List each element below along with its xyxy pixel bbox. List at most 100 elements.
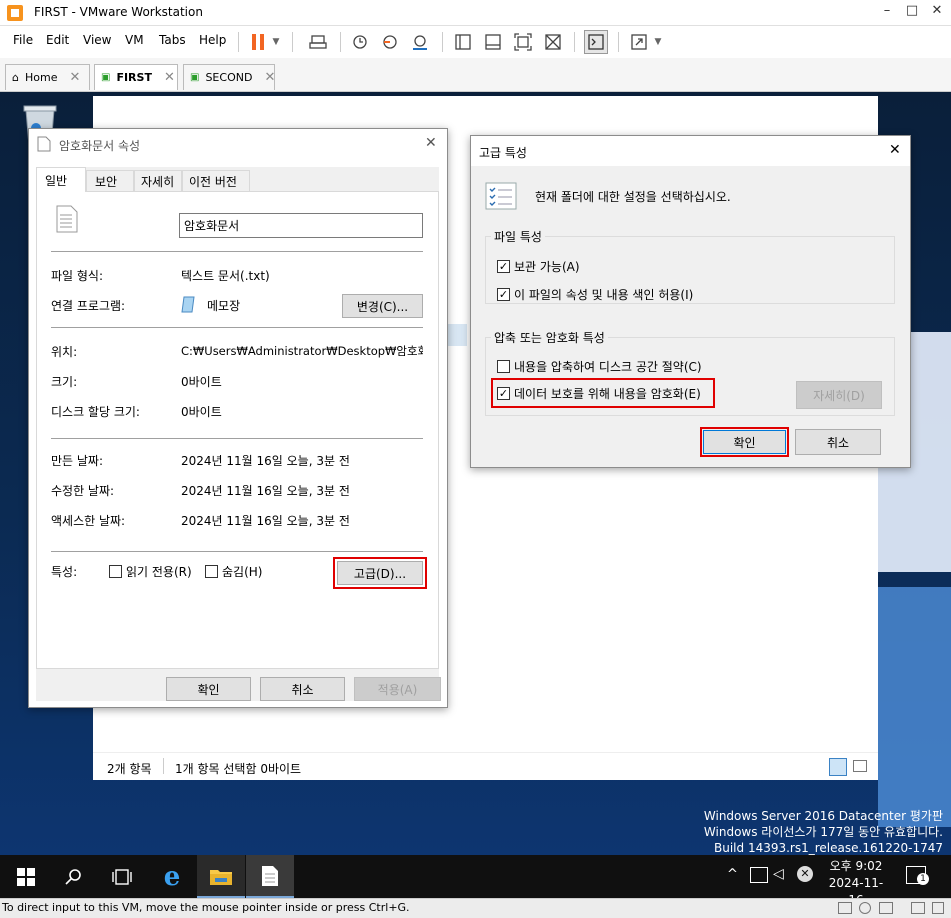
- tab-home[interactable]: ⌂ Home ✕: [5, 64, 90, 90]
- menu-edit[interactable]: Edit: [46, 33, 69, 47]
- index-checkbox-row[interactable]: ✓ 이 파일의 속성 및 내용 색인 허용(I): [497, 286, 693, 303]
- readonly-checkbox[interactable]: [109, 565, 122, 578]
- selected-file-highlight: [447, 324, 467, 346]
- accessed-value: 2024년 11월 16일 오늘, 3분 전: [181, 514, 350, 528]
- archive-checkbox[interactable]: ✓: [497, 260, 510, 273]
- search-icon[interactable]: [50, 855, 98, 898]
- start-button[interactable]: [2, 855, 50, 898]
- advanced-button[interactable]: 고급(D)...: [337, 561, 423, 585]
- tab-second[interactable]: ▣ SECOND ✕: [183, 64, 275, 90]
- details-button[interactable]: 자세히(D): [796, 381, 882, 409]
- large-icons-view-icon[interactable]: [853, 760, 867, 772]
- stretch-guest-icon[interactable]: [627, 30, 651, 54]
- size-value: 0바이트: [181, 375, 222, 389]
- hidden-label: 숨김(H): [222, 565, 263, 579]
- snapshot-manager-icon[interactable]: [408, 30, 432, 54]
- tab-details[interactable]: 자세히: [134, 170, 182, 191]
- size-on-disk-label: 디스크 할당 크기:: [51, 405, 140, 419]
- revert-snapshot-icon[interactable]: [378, 30, 402, 54]
- action-center-icon[interactable]: 1: [906, 866, 929, 885]
- cd-dvd-icon[interactable]: [859, 902, 871, 914]
- full-screen-icon[interactable]: [511, 30, 535, 54]
- vm-running-icon: ▣: [190, 72, 200, 83]
- tab-previous-versions[interactable]: 이전 버전: [182, 170, 250, 191]
- toolbar-separator: [618, 32, 619, 52]
- volume-icon[interactable]: ◁: [773, 866, 784, 882]
- console-view-icon[interactable]: [584, 30, 608, 54]
- chevron-down-icon[interactable]: ▼: [650, 30, 666, 54]
- file-type-value: 텍스트 문서(.txt): [181, 269, 270, 283]
- close-icon[interactable]: ✕: [425, 135, 437, 151]
- compress-checkbox-row[interactable]: 내용을 압축하여 디스크 공간 절약(C): [497, 358, 702, 375]
- hidden-checkbox[interactable]: [205, 565, 218, 578]
- task-view-icon[interactable]: [98, 855, 146, 898]
- close-tab-icon[interactable]: ✕: [264, 70, 275, 85]
- readonly-checkbox-row[interactable]: 읽기 전용(R): [109, 563, 192, 580]
- vmware-status-bar: To direct input to this VM, move the mou…: [0, 898, 951, 918]
- close-icon[interactable]: ✕: [889, 142, 901, 158]
- menu-file[interactable]: File: [13, 33, 33, 47]
- encrypt-checkbox[interactable]: ✓: [497, 386, 510, 400]
- hidden-checkbox-row[interactable]: 숨김(H): [205, 563, 262, 580]
- change-button[interactable]: 변경(C)...: [342, 294, 423, 318]
- window-title: FIRST - VMware Workstation: [34, 5, 203, 19]
- thumbnail-bar-icon[interactable]: [481, 30, 505, 54]
- vmware-menubar: File Edit View VM Tabs Help ▼ ▼: [0, 26, 951, 58]
- send-ctrl-alt-del-icon[interactable]: [306, 30, 330, 54]
- close-tab-icon[interactable]: ✕: [69, 70, 80, 85]
- apply-button[interactable]: 적용(A): [354, 677, 441, 701]
- ok-button[interactable]: 확인: [166, 677, 251, 701]
- details-view-icon[interactable]: [829, 758, 847, 776]
- archive-label: 보관 가능(A): [514, 260, 580, 274]
- menu-tabs[interactable]: Tabs: [159, 33, 186, 47]
- menu-vm[interactable]: VM: [125, 33, 144, 47]
- show-library-icon[interactable]: [451, 30, 475, 54]
- file-explorer-taskbar-icon[interactable]: [197, 855, 245, 898]
- properties-dialog: 암호화문서 속성 ✕ 일반 보안 자세히 이전 버전 암호화문서 파일 형식: …: [28, 128, 448, 708]
- attributes-label: 특성:: [51, 565, 78, 579]
- network-icon[interactable]: [750, 867, 768, 883]
- notepad-taskbar-icon[interactable]: [246, 855, 294, 898]
- file-name-input[interactable]: 암호화문서: [179, 213, 423, 238]
- show-hidden-icons-icon[interactable]: ^: [727, 867, 738, 882]
- more-devices-icon[interactable]: [932, 902, 944, 914]
- close-icon[interactable]: ✕: [927, 3, 947, 18]
- vm-running-icon: ▣: [101, 72, 111, 83]
- toolbar-separator: [238, 32, 239, 52]
- pause-icon[interactable]: [246, 30, 270, 54]
- close-tab-icon[interactable]: ✕: [164, 70, 175, 85]
- index-checkbox[interactable]: ✓: [497, 288, 510, 301]
- modified-value: 2024년 11월 16일 오늘, 3분 전: [181, 484, 350, 498]
- archive-checkbox-row[interactable]: ✓ 보관 가능(A): [497, 258, 580, 275]
- tab-first[interactable]: ▣ FIRST ✕: [94, 64, 178, 90]
- cancel-button[interactable]: 취소: [260, 677, 345, 701]
- network-adapter-icon[interactable]: [879, 902, 893, 914]
- tab-general[interactable]: 일반: [36, 167, 86, 192]
- snapshot-icon[interactable]: [348, 30, 372, 54]
- vmware-titlebar: FIRST - VMware Workstation – □ ✕: [0, 0, 951, 26]
- size-on-disk-value: 0바이트: [181, 405, 222, 419]
- tab-security[interactable]: 보안: [86, 170, 134, 191]
- notepad-icon: [181, 296, 195, 313]
- divider: [51, 438, 423, 439]
- compress-checkbox[interactable]: [497, 360, 510, 373]
- tab-panel-general: [36, 191, 439, 669]
- location-label: 위치:: [51, 345, 78, 359]
- menu-view[interactable]: View: [83, 33, 111, 47]
- file-type-label: 파일 형식:: [51, 269, 104, 283]
- divider: [51, 251, 423, 252]
- ok-button[interactable]: 확인: [703, 430, 786, 454]
- maximize-icon[interactable]: □: [902, 3, 922, 18]
- chevron-down-icon[interactable]: ▼: [268, 30, 284, 54]
- minimize-icon[interactable]: –: [877, 3, 897, 18]
- unity-icon[interactable]: [541, 30, 565, 54]
- internet-explorer-icon[interactable]: e: [148, 855, 196, 898]
- hard-disk-icon[interactable]: [838, 902, 852, 914]
- error-icon[interactable]: ✕: [797, 866, 813, 882]
- menu-help[interactable]: Help: [199, 33, 226, 47]
- advanced-highlight: 고급(D)...: [333, 557, 427, 589]
- message-log-icon[interactable]: [911, 902, 925, 914]
- divider: [51, 327, 423, 328]
- cancel-button[interactable]: 취소: [795, 429, 881, 455]
- encrypt-highlight[interactable]: ✓ 데이터 보호를 위해 내용을 암호화(E): [491, 378, 715, 408]
